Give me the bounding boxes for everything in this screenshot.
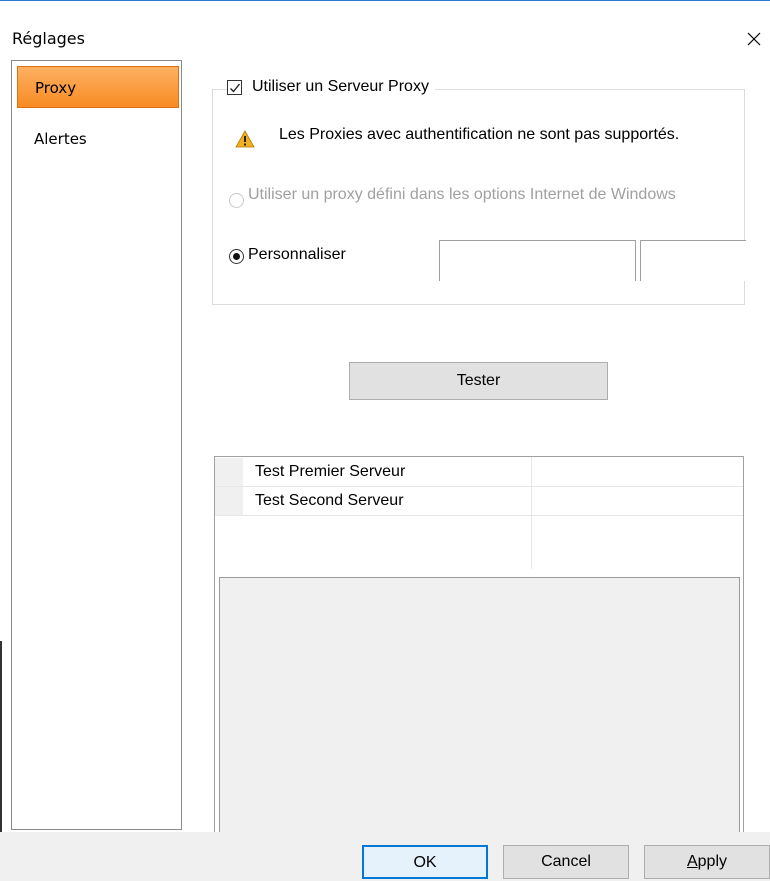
custom-proxy-label: Personnaliser — [248, 246, 346, 263]
settings-sidebar: Proxy Alertes — [11, 60, 182, 830]
proxy-port-input[interactable] — [640, 240, 746, 281]
windows-proxy-label: Utiliser un proxy défini dans les option… — [248, 186, 676, 203]
window-title: Réglages — [12, 29, 85, 48]
sidebar-item-label: Proxy — [35, 79, 77, 97]
cancel-button[interactable]: Cancel — [503, 845, 629, 879]
sidebar-item-label: Alertes — [34, 130, 87, 148]
row-header — [215, 487, 243, 515]
proxy-host-input[interactable] — [439, 240, 636, 281]
ok-button[interactable]: OK — [362, 845, 488, 879]
proxy-settings-panel: Utiliser un Serveur Proxy Les Proxies av… — [183, 60, 760, 850]
test-button[interactable]: Tester — [349, 362, 608, 400]
checkmark-icon — [230, 83, 241, 93]
warning-message: Les Proxies avec authentification ne son… — [235, 124, 699, 148]
test-log-area[interactable] — [219, 577, 740, 845]
use-proxy-label: Utiliser un Serveur Proxy — [252, 78, 429, 95]
warning-text: Les Proxies avec authentification ne son… — [279, 126, 680, 143]
use-proxy-checkbox[interactable] — [227, 79, 242, 95]
apply-button[interactable]: Apply — [644, 845, 770, 879]
apply-mnemonic: A — [686, 853, 698, 870]
option-custom-proxy[interactable]: Personnaliser — [229, 246, 346, 264]
test-results-panel: Test Premier Serveur Test Second Serveur — [214, 456, 744, 850]
table-row: Test Second Serveur — [255, 487, 404, 515]
test-first-server-label: Test Premier Serveur — [255, 463, 406, 480]
apply-label-rest: pply — [697, 853, 728, 870]
sidebar-item-alertes[interactable]: Alertes — [17, 118, 179, 160]
option-windows-proxy[interactable]: Utiliser un proxy défini dans les option… — [229, 185, 688, 208]
settings-dialog: Réglages Proxy Alertes Utiliser un Serve… — [0, 0, 770, 881]
windows-proxy-radio[interactable] — [229, 193, 244, 208]
test-second-server-label: Test Second Serveur — [255, 492, 404, 509]
proxy-groupbox: Utiliser un Serveur Proxy Les Proxies av… — [212, 78, 746, 305]
warning-icon — [235, 130, 255, 148]
close-icon[interactable] — [746, 31, 762, 47]
use-proxy-legend: Utiliser un Serveur Proxy — [227, 78, 435, 96]
row-header — [215, 458, 243, 486]
dialog-footer: OK Cancel Apply — [0, 832, 770, 881]
left-edge-accent — [0, 641, 2, 841]
sidebar-item-proxy[interactable]: Proxy — [17, 66, 179, 108]
custom-proxy-radio[interactable] — [229, 249, 244, 264]
table-row: Test Premier Serveur — [255, 458, 405, 486]
